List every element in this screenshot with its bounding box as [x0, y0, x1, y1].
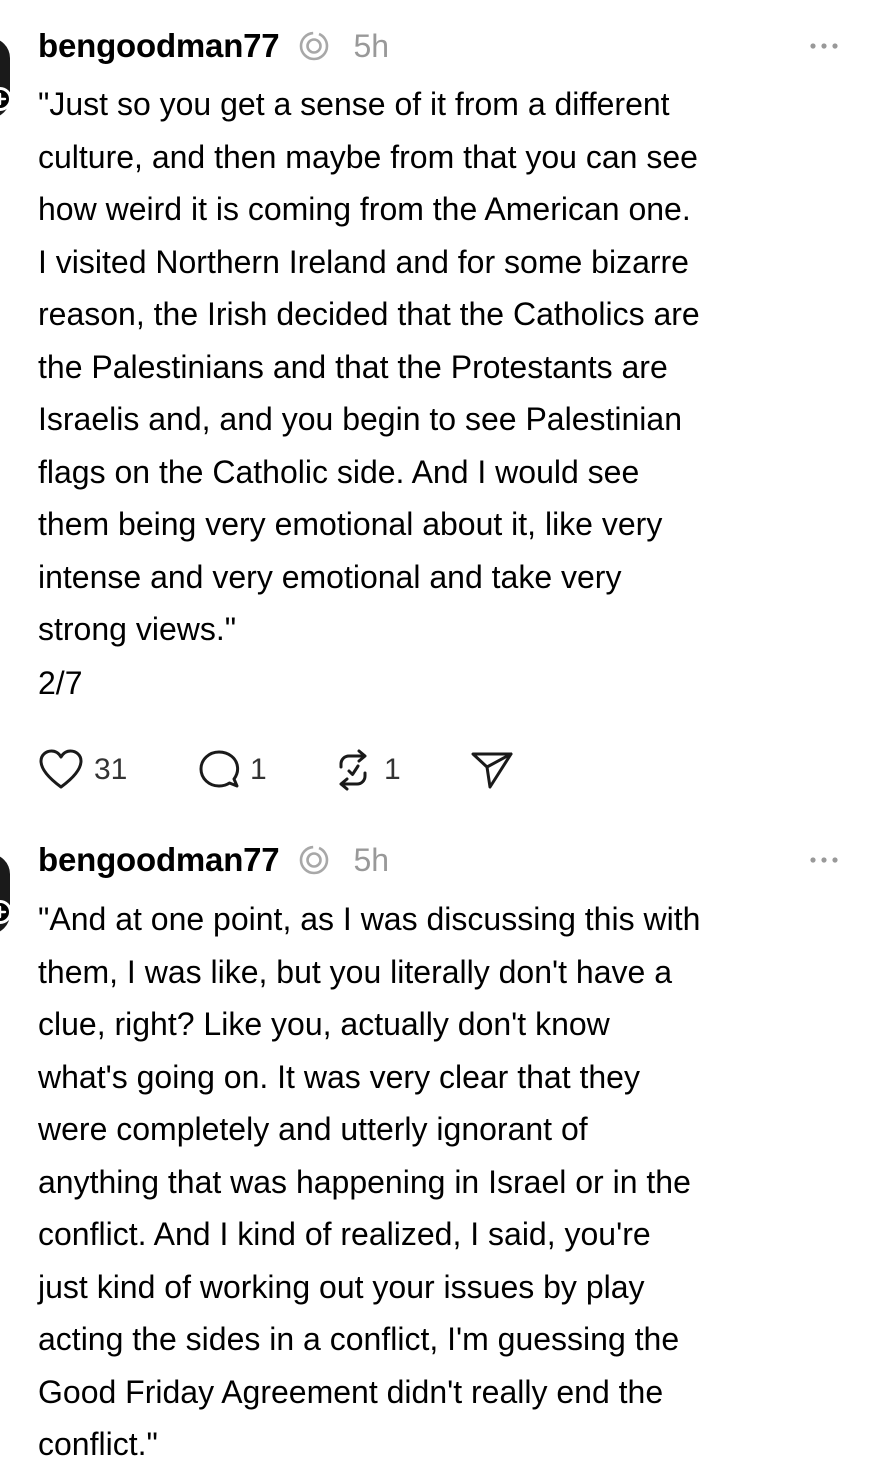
post-header: bengoodman77 5h	[38, 24, 854, 68]
repost-count: 1	[384, 753, 401, 786]
send-icon	[470, 749, 514, 791]
thread-post: bengoodman77 5h "And at one point, as I …	[0, 830, 878, 1482]
thread-position: 2/7	[38, 665, 83, 701]
post-actions: 31 1 1	[38, 740, 514, 800]
repost-button[interactable]: 1	[332, 749, 470, 791]
follow-plus-icon[interactable]	[0, 87, 12, 111]
post-time: 5h	[353, 841, 390, 878]
share-button[interactable]	[470, 749, 514, 791]
like-button[interactable]: 31	[38, 749, 198, 791]
threads-verified-icon	[297, 843, 331, 877]
post-header: bengoodman77 5h	[38, 838, 854, 882]
reply-count: 1	[250, 753, 267, 786]
reply-button[interactable]: 1	[198, 749, 332, 791]
comment-icon	[198, 749, 240, 791]
post-time: 5h	[353, 27, 390, 64]
post-text: "Just so you get a sense of it from a di…	[38, 86, 700, 647]
repost-icon	[332, 749, 374, 791]
username[interactable]: bengoodman77	[38, 27, 280, 65]
more-options-icon[interactable]	[806, 846, 842, 874]
more-options-icon[interactable]	[806, 32, 842, 60]
thread-post: bengoodman77 5h "Just so you get a sense…	[0, 0, 878, 830]
post-text: "And at one point, as I was discussing t…	[38, 901, 701, 1462]
like-count: 31	[94, 753, 128, 786]
heart-icon	[38, 749, 84, 791]
threads-verified-icon	[297, 29, 331, 63]
follow-plus-icon[interactable]	[0, 900, 12, 924]
username[interactable]: bengoodman77	[38, 841, 280, 879]
